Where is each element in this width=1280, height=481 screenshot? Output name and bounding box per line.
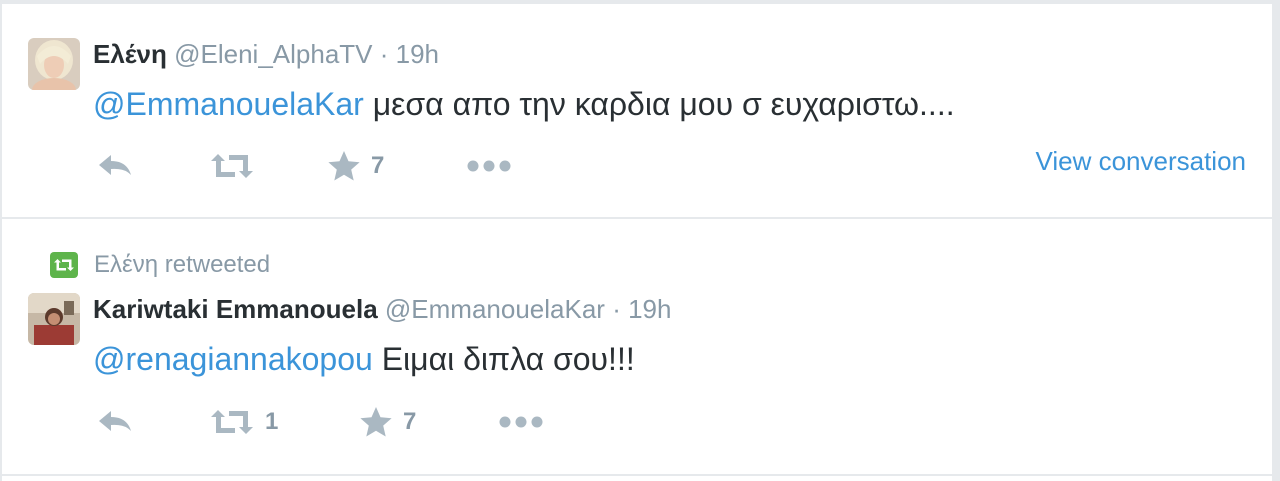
tweet-message: Ειμαι διπλα σου!!! (372, 341, 635, 377)
timestamp-link[interactable]: 19h (628, 294, 671, 324)
more-dots-icon (499, 416, 543, 428)
tweet-2[interactable]: Ελένη retweeted Kariwtaki Emmanouela @Em… (0, 219, 1272, 474)
reply-icon (97, 153, 135, 179)
view-conversation-link[interactable]: View conversation (1035, 146, 1246, 177)
reply-button[interactable] (97, 146, 135, 186)
author-name[interactable]: Ελένη (93, 39, 167, 69)
reply-button[interactable] (97, 402, 135, 442)
retweet-count: 1 (265, 408, 279, 435)
retweeted-badge-icon (50, 252, 78, 278)
favorite-button[interactable]: 7 (327, 146, 384, 186)
frame-right-border (1272, 0, 1280, 481)
retweeted-by-label[interactable]: Ελένη retweeted (94, 251, 270, 279)
timestamp-link[interactable]: 19h (396, 39, 439, 69)
retweet-icon (209, 408, 255, 436)
separator-dot: · (612, 294, 621, 324)
avatar[interactable] (28, 293, 80, 345)
favorite-count: 7 (371, 152, 385, 179)
tweet-text: @renagiannakopou Ειμαι διπλα σου!!! (93, 339, 635, 379)
author-name[interactable]: Kariwtaki Emmanouela (93, 294, 378, 324)
bottom-border (0, 474, 1272, 476)
mention-link[interactable]: @EmmanouelaKar (93, 86, 364, 122)
author-handle[interactable]: @Eleni_AlphaTV (174, 39, 372, 69)
retweet-icon (209, 152, 255, 180)
favorite-count: 7 (403, 408, 417, 435)
avatar[interactable] (28, 38, 80, 90)
more-dots-icon (467, 160, 511, 172)
retweet-button[interactable]: 1 (209, 402, 278, 442)
retweet-context: Ελένη retweeted (50, 251, 270, 279)
retweet-button[interactable] (209, 146, 265, 186)
separator-dot: · (379, 39, 389, 69)
tweet-1[interactable]: Ελένη @Eleni_AlphaTV · 19h @EmmanouelaKa… (0, 4, 1272, 217)
more-button[interactable] (499, 402, 543, 442)
favorite-button[interactable]: 7 (359, 402, 416, 442)
tweet-header: Ελένη @Eleni_AlphaTV · 19h (93, 38, 439, 70)
mention-link[interactable]: @renagiannakopou (93, 341, 373, 377)
favorite-star-icon (327, 150, 361, 182)
reply-icon (97, 409, 135, 435)
tweet-header: Kariwtaki Emmanouela @EmmanouelaKar · 19… (93, 293, 671, 325)
favorite-star-icon (359, 406, 393, 438)
more-button[interactable] (467, 146, 511, 186)
tweet-text: @EmmanouelaKar μεσα απο την καρδια μου σ… (93, 84, 955, 124)
author-handle[interactable]: @EmmanouelaKar (385, 294, 605, 324)
tweet-message: μεσα απο την καρδια μου σ ευχαριστω.... (363, 86, 955, 122)
